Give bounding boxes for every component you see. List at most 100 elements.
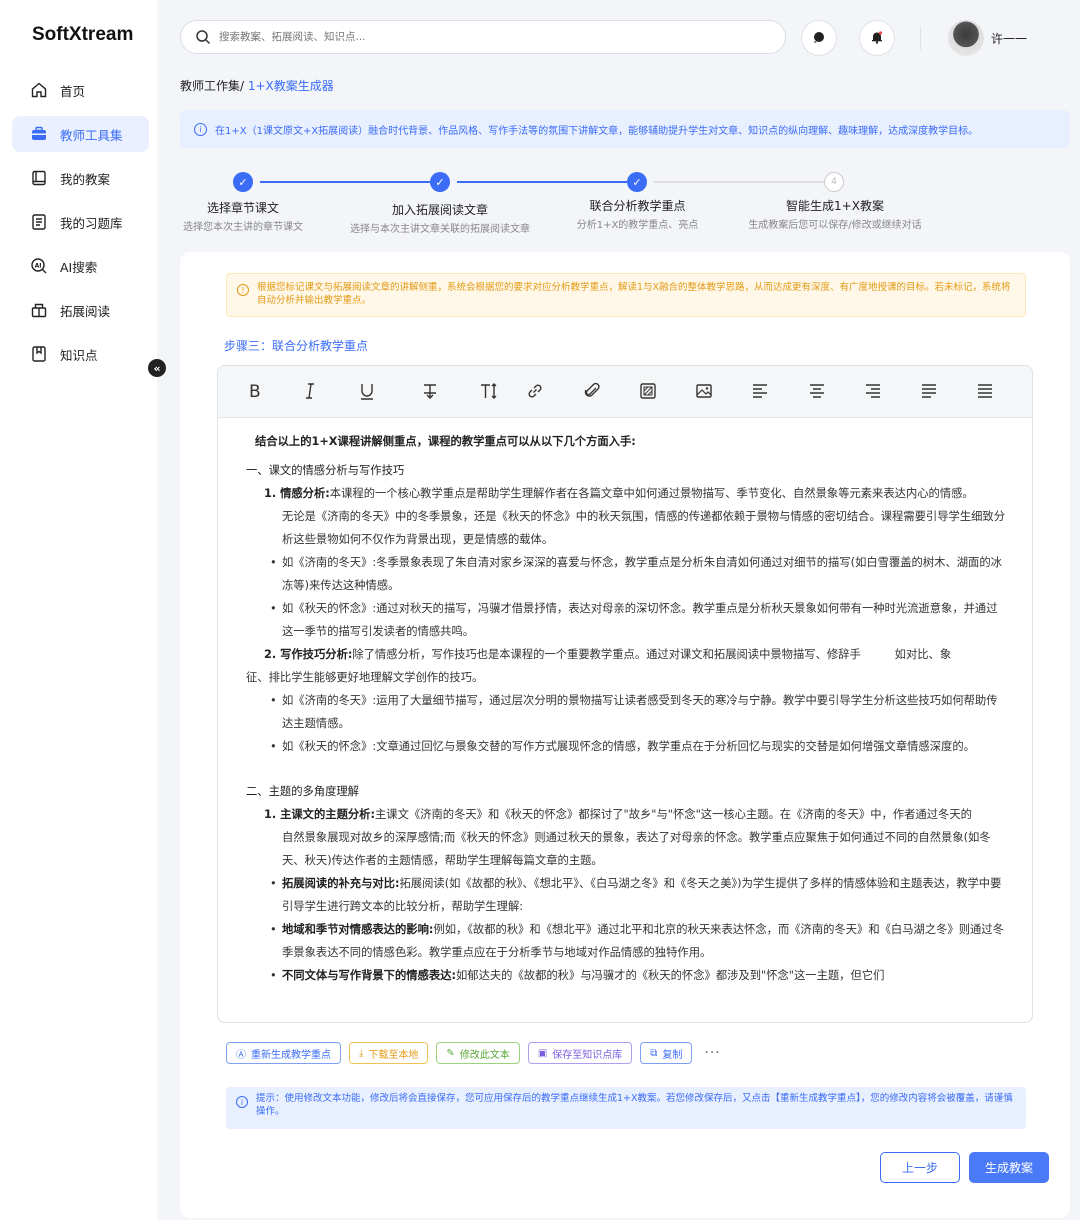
sidebar-item-exercise-bank[interactable]: 我的习题库 [12,204,149,240]
regenerate-label: 重新生成教学重点 [251,1049,331,1061]
align-right-button[interactable] [861,380,885,404]
step-1-title: 选择章节课文 [206,201,279,215]
sidebar-item-label: 首页 [60,83,86,99]
strikethrough-button[interactable] [418,380,442,404]
bold-button[interactable]: B [242,380,266,404]
copy-icon: ⧉ [650,1047,658,1059]
content-bullet: 拓展阅读的补充与对比:拓展阅读(如《故都的秋》、《想北平》、《白马湖之冬》和《冬… [246,872,1008,918]
copy-button[interactable]: ⧉ 复制 [640,1042,693,1064]
search-bar[interactable] [180,20,786,54]
previous-step-button[interactable]: 上一步 [880,1152,960,1183]
image-icon [694,381,714,404]
content-text: 如郁达夫的《故都的秋》与冯骥才的《秋天的怀念》都涉及到"怀念"这一主题，但它们 [455,969,885,982]
warning-text: 根据您标记课文与拓展阅读文章的讲解侧重，系统会根据您的要求对应分析教学重点，解读… [257,282,1011,306]
step-connector [654,181,824,183]
strikethrough-icon [420,381,440,404]
sidebar-item-knowledge-points[interactable]: 知识点 [12,336,149,372]
step-2-title: 加入拓展阅读文章 [391,203,488,217]
sidebar-item-label: 教师工具集 [60,127,123,143]
sidebar-collapse-button[interactable]: « [148,359,166,377]
info-banner-text: 在1+X（1课文原文+X拓展阅读）融合时代背景、作品风格、写作手法等的氛围下讲解… [215,125,979,137]
align-center-button[interactable] [805,380,829,404]
bell-icon [870,30,884,47]
avatar[interactable] [948,20,984,56]
align-left-button[interactable] [748,380,772,404]
content-bold: 地域和季节对情感表达的影响: [282,923,434,936]
editor-toolbar: B [218,366,1032,418]
more-options-icon[interactable]: ··· [704,1045,720,1061]
breadcrumb-parent[interactable]: 教师工作集/ [180,79,244,93]
italic-button[interactable] [298,380,322,404]
breadcrumb: 教师工作集/ 1+X教案生成器 [180,77,334,94]
download-button[interactable]: ⤓ 下载至本地 [349,1042,429,1064]
step-4-title: 智能生成1+X教案 [786,199,884,213]
tip-text: 提示：使用修改文本功能，修改后将会直接保存，您可应用保存后的教学重点继续生成1+… [256,1093,1013,1117]
reading-icon [30,301,48,319]
align-justify-icon [919,381,939,404]
content-bold: 2. 写作技巧分析: [264,648,353,661]
action-bar: Ⓐ 重新生成教学重点 ⤓ 下载至本地 ✎ 修改此文本 ▣ 保存至知识点库 ⧉ 复制 ··· [226,1041,721,1065]
attachment-button[interactable] [580,380,604,404]
image-button[interactable] [692,380,716,404]
font-size-button[interactable] [477,380,501,404]
notification-button[interactable] [859,20,895,56]
search-input[interactable] [219,31,759,43]
align-distribute-button[interactable] [973,380,997,404]
align-distribute-icon [975,381,995,404]
insert-block-button[interactable] [636,380,660,404]
content-bold: 1. 情感分析: [264,487,330,500]
toolbox-icon [30,125,48,143]
step-3-title: 联合分析教学重点 [589,199,686,213]
info-icon: i [236,1096,248,1108]
sidebar-item-extended-reading[interactable]: 拓展阅读 [12,292,149,328]
regenerate-button[interactable]: Ⓐ 重新生成教学重点 [226,1042,341,1064]
content-bullet: 如《济南的冬天》:冬季景象表现了朱自清对家乡深深的喜爱与怀念，教学重点是分析朱自… [246,551,1008,597]
home-icon [30,81,48,99]
content-bullet: 如《济南的冬天》:运用了大量细节描写，通过层次分明的景物描写让读者感受到冬天的寒… [246,689,1008,735]
step-3-desc: 分析1+X的教学重点、亮点 [576,220,699,231]
align-justify-button[interactable] [917,380,941,404]
underline-button[interactable] [355,380,379,404]
font-size-icon [479,381,499,404]
sidebar-item-label: 我的教案 [60,171,111,187]
editor-content[interactable]: 结合以上的1+X课程讲解侧重点，课程的教学重点可以从以下几个方面入手: 一、课文… [218,418,1032,987]
content-text: 主课文《济南的冬天》和《秋天的怀念》都探讨了"故乡"与"怀念"这一核心主题。在《… [374,808,972,821]
download-label: 下载至本地 [368,1049,419,1061]
main-panel: ! 根据您标记课文与拓展阅读文章的讲解侧重，系统会根据您的要求对应分析教学重点，… [180,252,1070,1218]
ai-search-icon: AI [30,257,48,275]
content-bold: 1. 主课文的主题分析: [264,808,375,821]
rich-text-editor[interactable]: B 结合以上的1+X课程讲解侧重点，课程的教学重点可以从以下几个方面入手: 一、… [217,365,1033,1023]
step-4-desc: 生成教案后您可以保存/修改或继续对话 [748,220,922,231]
content-bullet: 地域和季节对情感表达的影响:例如，《故都的秋》和《想北平》通过北平和北京的秋天来… [246,918,1008,964]
chat-button[interactable] [801,20,837,56]
document-icon [30,213,48,231]
step-3-check-icon: ✓ [627,172,647,192]
chat-icon [812,30,826,47]
link-button[interactable] [523,380,547,404]
generate-lesson-button[interactable]: 生成教案 [969,1152,1049,1183]
content-text: 除了情感分析，写作技巧也是本课程的一个重要教学重点。通过对课文和拓展阅读中景物描… [352,648,952,661]
block-icon [638,381,658,404]
sidebar-item-my-lessons[interactable]: 我的教案 [12,160,149,196]
content-text: 本课程的一个核心教学重点是帮助学生理解作者在各篇文章中如何通过景物描写、季节变化… [329,487,974,500]
edit-text-button[interactable]: ✎ 修改此文本 [436,1042,520,1064]
sidebar-item-teacher-tools[interactable]: 教师工具集 [12,116,149,152]
breadcrumb-current: 1+X教案生成器 [244,79,334,93]
svg-text:AI: AI [35,262,42,269]
sidebar-item-ai-search[interactable]: AI AI搜索 [12,248,149,284]
user-name[interactable]: 许一一 [991,30,1027,47]
content-paragraph: 征、排比学生能够更好地理解文学创作的技巧。 [246,671,484,684]
step-2-check-icon: ✓ [430,172,450,192]
content-paragraph: 1. 情感分析:本课程的一个核心教学重点是帮助学生理解作者在各篇文章中如何通过景… [246,482,1008,505]
content-heading-2: 二、主题的多角度理解 [246,785,359,798]
sidebar-item-home[interactable]: 首页 [12,72,149,108]
step-connector [260,181,430,183]
section-label: 步骤三：联合分析教学重点 [224,339,369,353]
content-intro: 结合以上的1+X课程讲解侧重点，课程的教学重点可以从以下几个方面入手: [255,435,636,448]
content-paragraph: 自然景象展现对故乡的深厚感情;而《秋天的怀念》则通过秋天的景象，表达了对母亲的怀… [282,831,991,867]
step-progress: ✓ ✓ ✓ 4 选择章节课文 选择您本次主讲的章节课文 加入拓展阅读文章 选择与… [180,168,1070,238]
align-right-icon [863,381,883,404]
save-to-knowledge-button[interactable]: ▣ 保存至知识点库 [527,1042,633,1064]
content-paragraph: 无论是《济南的冬天》中的冬季景象，还是《秋天的怀念》中的秋天氛围，情感的传递都依… [282,510,1006,546]
svg-text:B: B [249,382,261,401]
